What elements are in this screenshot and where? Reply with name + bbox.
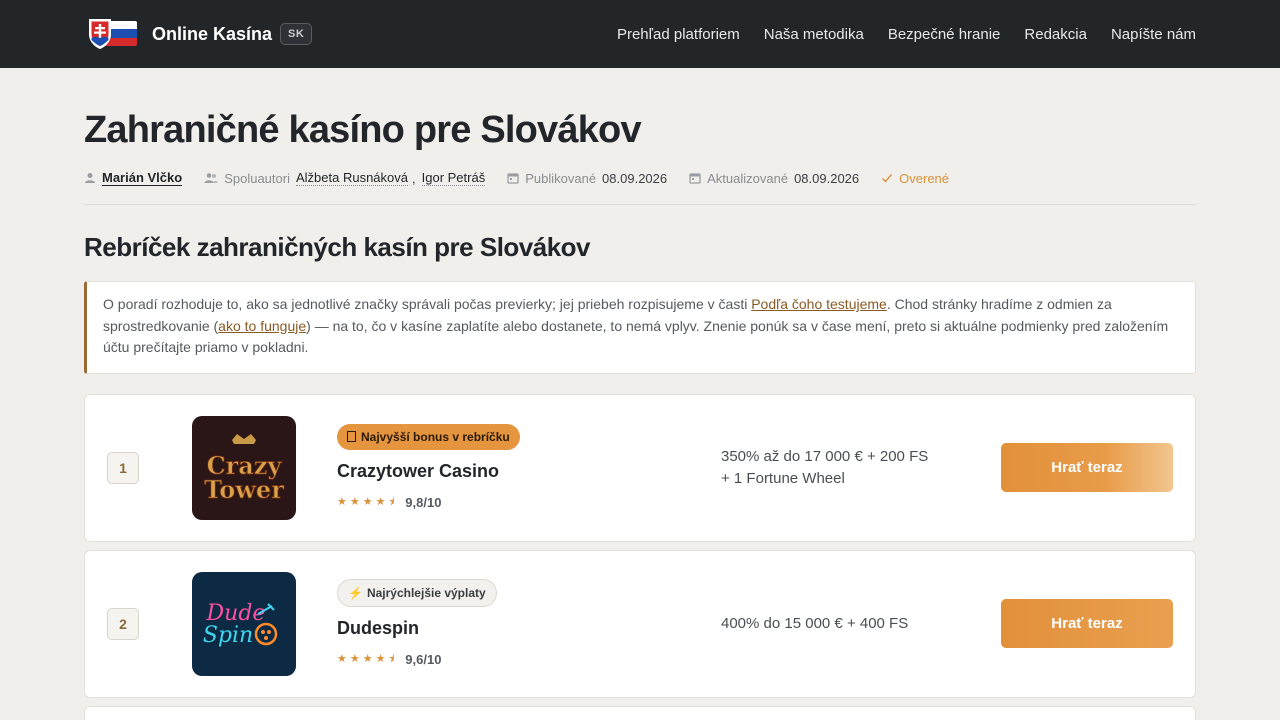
brand[interactable]: Online Kasína SK	[85, 18, 313, 50]
checkmark-icon	[881, 172, 893, 184]
rating-score: 9,6/10	[405, 651, 442, 667]
nav-item-editorial[interactable]: Redakcia	[1024, 26, 1087, 43]
casino-name[interactable]: Crazytower Casino	[337, 461, 717, 482]
play-now-button[interactable]: Hrať teraz	[1001, 443, 1173, 492]
rating-stars: ★★★★⯨	[337, 495, 398, 508]
casino-info: ⚡ Najrýchlejšie výplaty Dudespin ★★★★⯨ 9…	[337, 578, 717, 669]
article-meta: Marián Vlčko Spoluautori Alžbeta Rusnáko…	[84, 170, 1196, 205]
main-nav: Prehľad platforiem Naša metodika Bezpečn…	[617, 26, 1196, 43]
logo-text: Tower	[204, 475, 284, 504]
highlight-tag: Najvyšší bonus v rebríčku	[337, 423, 520, 450]
play-now-button[interactable]: Hrať teraz	[1001, 599, 1173, 648]
casino-card: 1 Crazy Tower Najvyšší bonus v rebríčku …	[84, 393, 1196, 542]
nav-item-safe-gambling[interactable]: Bezpečné hranie	[888, 26, 1001, 43]
main-content: Zahraničné kasíno pre Slovákov Marián Vl…	[0, 109, 1280, 720]
person-icon	[84, 172, 96, 184]
rating-stars: ★★★★⯨	[337, 652, 398, 665]
nav-item-platform-overview[interactable]: Prehľad platforiem	[617, 26, 740, 43]
nav-item-contact[interactable]: Napíšte nám	[1111, 26, 1196, 43]
bonus-text: 400% do 15 000 € + 400 FS	[721, 614, 909, 632]
rating: ★★★★⯨ 9,8/10	[337, 493, 717, 512]
tag-label: Najrýchlejšie výplaty	[366, 585, 486, 600]
coauthor-link[interactable]: Igor Petráš	[421, 170, 486, 186]
casino-logo[interactable]: Crazy Tower	[192, 415, 296, 520]
highlight-tag: ⚡ Najrýchlejšie výplaty	[337, 578, 497, 607]
brand-name: Online Kasína	[152, 23, 273, 44]
bonus-text: + 1 Fortune Wheel	[721, 469, 845, 487]
logo-text: Spin	[203, 623, 253, 648]
calendar-icon	[689, 172, 701, 184]
casino-logo[interactable]: Dude Spin	[192, 571, 296, 676]
country-badge: SK	[280, 23, 313, 45]
calendar-icon	[507, 172, 519, 184]
casino-card	[84, 705, 1196, 720]
slovak-flag-logo-icon	[85, 18, 137, 50]
published-date: 08.09.2026	[602, 170, 668, 186]
top-navigation-bar: Online Kasína SK Prehľad platforiem Naša…	[0, 0, 1280, 68]
bonus-text: 350% až do 17 000 € + 200 FS	[721, 447, 929, 465]
coauthors-label: Spoluautori	[224, 170, 290, 186]
casino-info: Najvyšší bonus v rebríčku Crazytower Cas…	[337, 423, 717, 512]
lightning-icon: ⚡	[348, 585, 363, 600]
coauthor-link[interactable]: Alžbeta Rusnáková	[295, 170, 408, 186]
rating-score: 9,8/10	[405, 494, 442, 510]
tag-label: Najvyšší bonus v rebríčku	[361, 429, 510, 444]
page-title: Zahraničné kasíno pre Slovákov	[84, 109, 642, 151]
rank-badge: 1	[107, 451, 139, 484]
section-title: Rebríček zahraničných kasín pre Slovákov	[84, 232, 591, 262]
gift-icon	[347, 431, 356, 442]
updated-label: Aktualizované	[707, 170, 789, 186]
bonus-offer: 400% do 15 000 € + 400 FS	[721, 613, 957, 635]
rating: ★★★★⯨ 9,6/10	[337, 650, 717, 669]
nav-item-methodology[interactable]: Naša metodika	[764, 26, 864, 43]
bonus-offer: 350% až do 17 000 € + 200 FS + 1 Fortune…	[721, 446, 957, 490]
disclosure-note: O poradí rozhoduje to, ako sa jednotlivé…	[84, 281, 1196, 374]
verified-badge: Overené	[899, 170, 950, 186]
note-text: O poradí rozhoduje to, ako sa jednotlivé…	[103, 296, 752, 312]
casino-name[interactable]: Dudespin	[337, 618, 717, 639]
updated-date: 08.09.2026	[794, 170, 860, 186]
methodology-link[interactable]: Podľa čoho testujeme	[751, 296, 887, 312]
how-it-works-link[interactable]: ako to funguje	[218, 318, 306, 334]
people-icon	[204, 172, 218, 184]
author-link[interactable]: Marián Vlčko	[102, 170, 183, 186]
rank-badge: 2	[107, 607, 139, 640]
published-label: Publikované	[525, 170, 597, 186]
casino-card: 2 Dude Spin ⚡ Najrýchlejšie výplaty Dude…	[84, 549, 1196, 698]
